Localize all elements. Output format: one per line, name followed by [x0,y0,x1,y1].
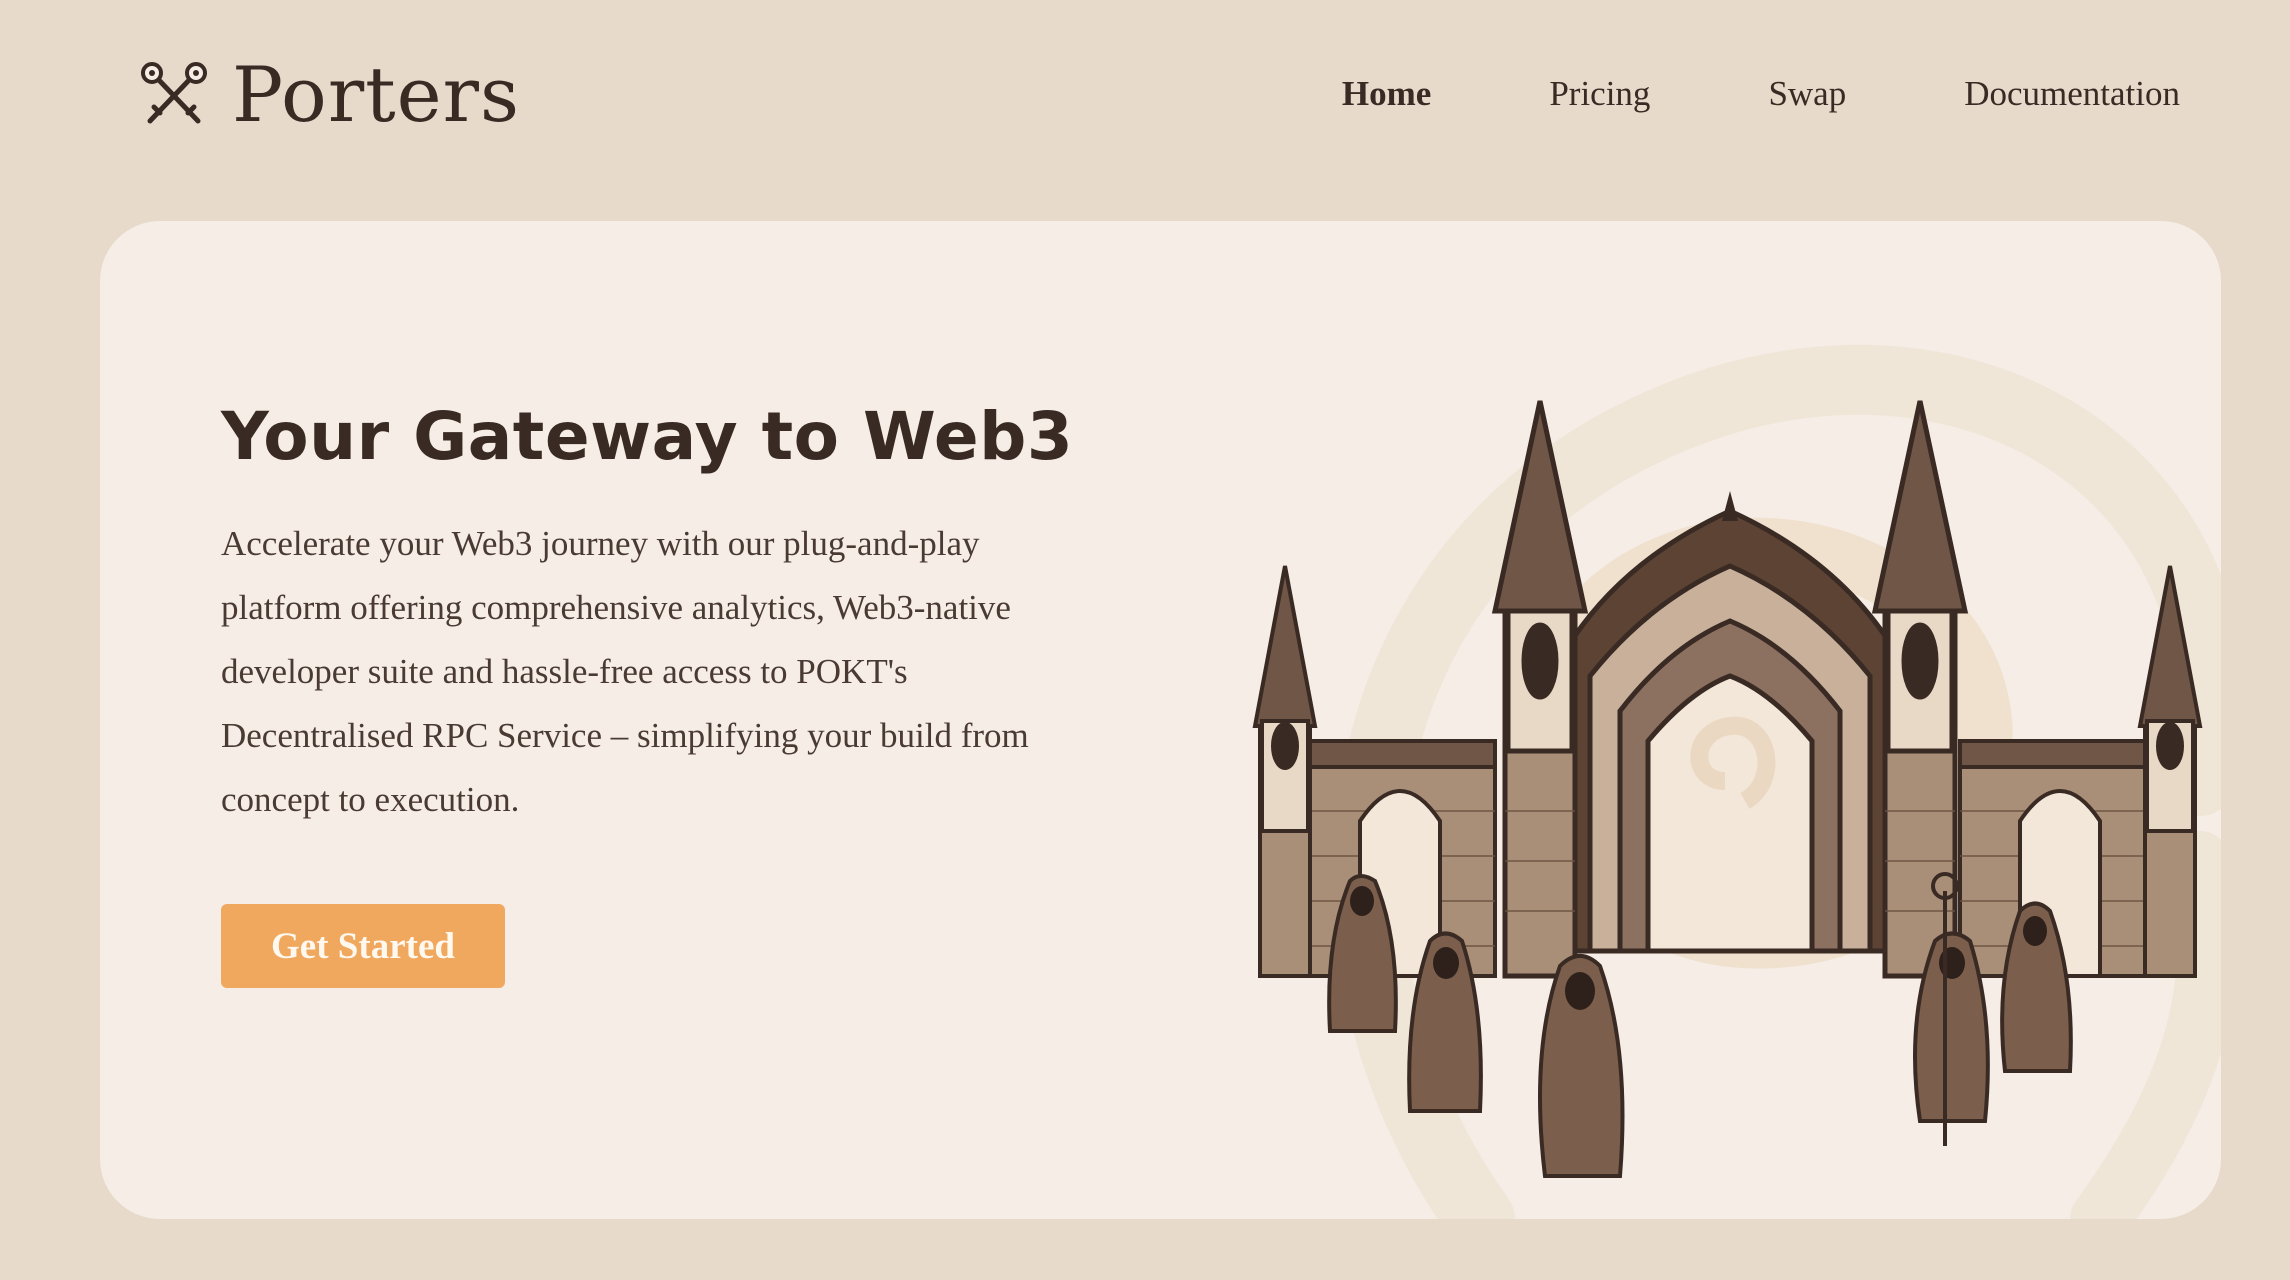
site-header: Porters Home Pricing Swap Documentation [0,0,2290,200]
get-started-button[interactable]: Get Started [221,904,505,988]
main-nav: Home Pricing Swap Documentation [1224,74,2180,114]
nav-documentation-link[interactable]: Documentation [1964,74,2180,114]
nav-swap-link[interactable]: Swap [1768,74,1846,114]
brand-logo[interactable]: Porters [138,52,520,138]
hero-card: Your Gateway to Web3 Accelerate your Web… [100,221,2221,1219]
hero-description: Accelerate your Web3 journey with our pl… [221,523,1029,819]
brand-name: Porters [232,50,520,139]
gothic-gate-illustration [1252,344,2221,1219]
nav-pricing-link[interactable]: Pricing [1549,74,1650,114]
hero-title: Your Gateway to Web3 [221,398,1074,475]
crossed-keys-icon [141,62,207,124]
nav-home-link[interactable]: Home [1342,74,1431,114]
hero-text-block: Your Gateway to Web3 Accelerate your Web… [221,398,1101,832]
